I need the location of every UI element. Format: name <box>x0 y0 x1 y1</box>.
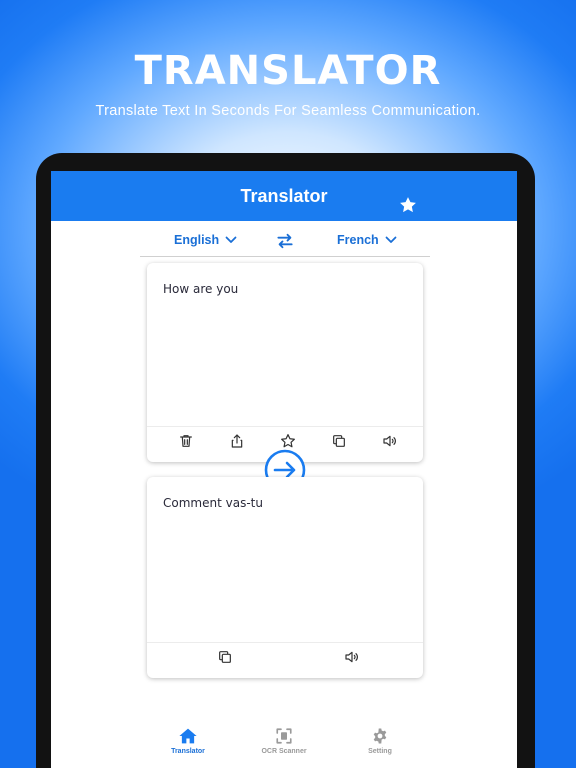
nav-label: Setting <box>368 748 392 755</box>
share-icon[interactable] <box>229 433 245 449</box>
nav-item-setting[interactable]: Setting <box>345 727 415 755</box>
nav-label: OCR Scanner <box>261 748 307 755</box>
target-language-selector[interactable]: French <box>337 233 397 247</box>
app-screen: Translator English French How are you Co… <box>51 171 517 768</box>
swap-arrows-icon[interactable] <box>275 231 295 251</box>
output-card: Comment vas-tu <box>147 477 423 678</box>
source-language-label: English <box>174 233 220 247</box>
app-header: Translator <box>51 171 517 221</box>
language-bar: English French <box>140 227 430 257</box>
chevron-down-icon <box>225 236 237 243</box>
star-icon[interactable] <box>398 195 418 215</box>
hero-subtitle: Translate Text In Seconds For Seamless C… <box>95 103 481 119</box>
copy-icon[interactable] <box>217 649 233 665</box>
bottom-navigation: Translator OCR Scanner Setting <box>51 723 517 768</box>
target-language-label: French <box>337 233 379 247</box>
speaker-icon[interactable] <box>344 649 360 665</box>
gear-icon <box>373 728 387 744</box>
source-language-selector[interactable]: English <box>174 233 237 247</box>
input-text[interactable]: How are you <box>163 282 238 296</box>
delete-icon[interactable] <box>178 433 194 449</box>
home-icon <box>179 728 197 744</box>
scanner-icon <box>276 728 292 744</box>
chevron-down-icon <box>385 236 397 243</box>
input-card: How are you <box>147 263 423 462</box>
hero-title: TRANSLATOR <box>134 48 442 94</box>
nav-item-translator[interactable]: Translator <box>153 727 223 755</box>
nav-item-ocr-scanner[interactable]: OCR Scanner <box>249 727 319 755</box>
copy-icon[interactable] <box>331 433 347 449</box>
page-title: Translator <box>240 186 328 206</box>
favorite-star-icon[interactable] <box>280 433 296 449</box>
nav-label: Translator <box>171 748 205 755</box>
output-toolbar <box>147 642 423 670</box>
speaker-icon[interactable] <box>382 433 398 449</box>
output-text: Comment vas-tu <box>163 496 263 510</box>
